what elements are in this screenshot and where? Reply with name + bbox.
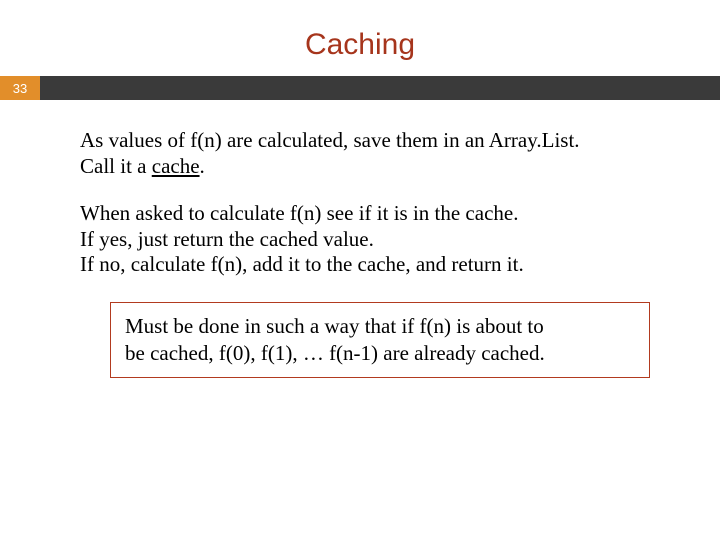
header-band-fill: [40, 76, 720, 100]
paragraph-2: When asked to calculate f(n) see if it i…: [80, 201, 680, 278]
callout-box: Must be done in such a way that if f(n) …: [110, 302, 650, 378]
paragraph-1: As values of f(n) are calculated, save t…: [80, 128, 680, 179]
box-line1: Must be done in such a way that if f(n) …: [125, 314, 544, 338]
p1-line2a: Call it a: [80, 154, 152, 178]
title-area: Caching: [0, 0, 720, 76]
p2-line1: When asked to calculate f(n) see if it i…: [80, 201, 518, 225]
p1-line1: As values of f(n) are calculated, save t…: [80, 128, 580, 152]
header-band: 33: [0, 76, 720, 100]
box-line2: be cached, f(0), f(1), … f(n-1) are alre…: [125, 341, 545, 365]
p1-cache-word: cache: [152, 154, 200, 178]
p2-line2: If yes, just return the cached value.: [80, 227, 374, 251]
p1-line2c: .: [200, 154, 205, 178]
slide: Caching 33 As values of f(n) are calcula…: [0, 0, 720, 540]
page-number: 33: [0, 76, 40, 100]
content-area: As values of f(n) are calculated, save t…: [0, 100, 720, 378]
p2-line3: If no, calculate f(n), add it to the cac…: [80, 252, 524, 276]
slide-title: Caching: [0, 28, 720, 62]
